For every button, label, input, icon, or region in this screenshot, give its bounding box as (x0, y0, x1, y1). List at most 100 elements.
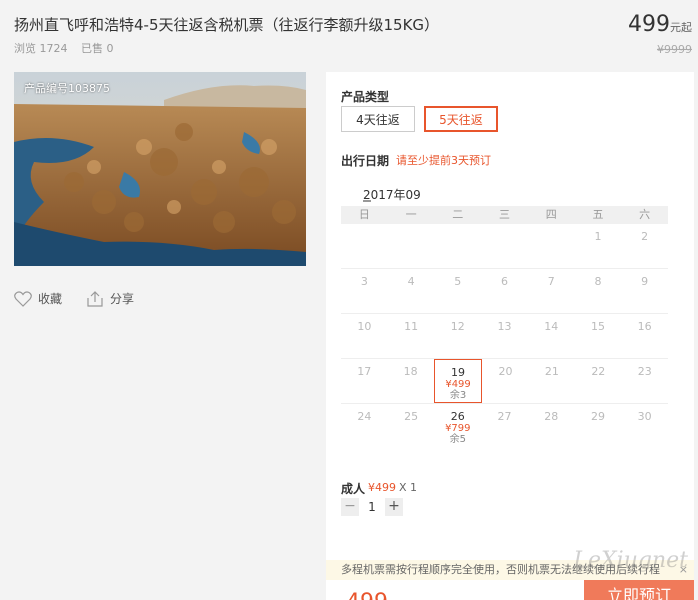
weekday-label: 日 (358, 208, 370, 221)
decrement-button[interactable]: − (341, 498, 359, 516)
calendar-week: 3 4 5 6 7 8 9 (341, 269, 668, 314)
favorite-button[interactable]: 收藏 (14, 290, 62, 307)
share-icon (87, 290, 103, 307)
day-number: 4 (407, 275, 415, 288)
day-number: 17 (357, 365, 372, 378)
day-number: 12 (450, 320, 465, 333)
calendar-day: 18 (387, 359, 433, 403)
day-number: 9 (641, 275, 649, 288)
calendar-empty (434, 224, 481, 268)
book-now-button[interactable]: 立即预订 (584, 580, 694, 600)
quantity-stepper: − 1 + (341, 498, 403, 516)
calendar-day[interactable]: 19 ¥499 余3 (433, 359, 483, 403)
calendar-day: 15 (575, 314, 622, 358)
calendar-day: 28 (528, 404, 575, 449)
weekday-label: 五 (592, 208, 604, 221)
day-number: 29 (590, 410, 605, 423)
day-number: 20 (498, 365, 513, 378)
day-price: ¥499 (445, 379, 471, 390)
weekday-label: 二 (452, 208, 464, 221)
sold-count: 已售 0 (81, 42, 114, 55)
calendar-day: 20 (482, 359, 528, 403)
calendar-day: 13 (481, 314, 528, 358)
day-number: 22 (591, 365, 606, 378)
calendar-day: 9 (621, 269, 668, 313)
calendar-day: 25 (388, 404, 435, 449)
type-option-5day[interactable]: 5天往返 (424, 106, 498, 132)
day-number: 23 (637, 365, 652, 378)
booking-panel: 产品类型 4天往返 5天往返 出行日期 请至少提前3天预订 2017年09 日 一… (326, 72, 694, 600)
day-number: 25 (404, 410, 419, 423)
day-number: 15 (590, 320, 605, 333)
day-number: 28 (544, 410, 559, 423)
calendar-week: 12 (341, 224, 668, 269)
calendar-body: 1 2 3 4 5 6 7 8 9 10 11 12 13 14 15 16 17 18 19 ¥499 余3 20 21 2… (341, 224, 668, 449)
calendar-week: 24 25 26 ¥799 余5 27 28 29 30 (341, 404, 668, 449)
day-number: 7 (547, 275, 555, 288)
quantity-value[interactable]: 1 (359, 500, 385, 514)
bottom-price: 499 (346, 590, 388, 600)
calendar-day: 4 (388, 269, 435, 313)
calendar-day: 29 (575, 404, 622, 449)
day-remaining: 余5 (449, 434, 466, 445)
calendar-day: 24 (341, 404, 388, 449)
day-number: 24 (357, 410, 372, 423)
day-number: 21 (544, 365, 559, 378)
calendar-empty (481, 224, 528, 268)
calendar-empty (388, 224, 435, 268)
product-title: 扬州直飞呼和浩特4-5天往返含税机票（往返行李额升级15KG） (14, 16, 440, 34)
calendar-day: 16 (621, 314, 668, 358)
day-number: 10 (357, 320, 372, 333)
calendar-day[interactable]: 26 ¥799 余5 (434, 404, 481, 449)
day-number: 16 (637, 320, 652, 333)
day-number: 26 (450, 410, 465, 423)
day-number: 30 (637, 410, 652, 423)
day-number: 11 (404, 320, 419, 333)
calendar-day: 1 (575, 224, 622, 268)
day-number: 19 (451, 366, 466, 379)
calendar-day: 8 (575, 269, 622, 313)
travel-date-label: 出行日期 (341, 154, 390, 168)
calendar-day: 21 (529, 359, 575, 403)
increment-button[interactable]: + (385, 498, 403, 516)
day-number: 5 (454, 275, 462, 288)
calendar-empty (528, 224, 575, 268)
share-button[interactable]: 分享 (86, 290, 134, 307)
calendar-day: 3 (341, 269, 388, 313)
calendar-week: 17 18 19 ¥499 余3 20 21 22 23 (341, 359, 668, 404)
calendar-day: 2 (621, 224, 668, 268)
calendar-weekdays: 日一二三四五六 (341, 206, 668, 224)
day-remaining: 余3 (449, 390, 467, 401)
calendar-day: 30 (621, 404, 668, 449)
action-bar: 收藏 分享 (14, 290, 158, 307)
type-option-4day[interactable]: 4天往返 (341, 106, 415, 132)
original-price: ¥9999 (657, 43, 692, 56)
price-unit: 元起 (670, 21, 692, 34)
calendar-day: 6 (481, 269, 528, 313)
notice-text: 多程机票需按行程顺序完全使用，否则机票无法继续使用后续行程 (341, 563, 660, 576)
adult-unit-price: ¥499 (368, 481, 396, 494)
weekday-label: 三 (499, 208, 511, 221)
day-price: ¥799 (445, 423, 471, 434)
day-number: 1 (594, 230, 602, 243)
landscape-image (14, 72, 306, 266)
weekday-label: 六 (639, 208, 651, 221)
adult-label: 成人 (341, 482, 366, 496)
share-label: 分享 (110, 292, 135, 306)
calendar-day: 11 (388, 314, 435, 358)
price-value: 499 (628, 12, 670, 37)
day-number: 18 (403, 365, 418, 378)
calendar-month[interactable]: 2017年09 (363, 186, 421, 203)
calendar-day: 7 (528, 269, 575, 313)
day-number: 13 (497, 320, 512, 333)
product-code: 产品编号103875 (24, 82, 110, 95)
price-summary: 499元起 ¥9999 (628, 12, 692, 56)
date-tip: 请至少提前3天预订 (396, 154, 491, 167)
calendar-day: 23 (622, 359, 668, 403)
favorite-label: 收藏 (38, 292, 63, 306)
calendar-day: 17 (341, 359, 387, 403)
day-number: 2 (641, 230, 649, 243)
calendar-day: 12 (434, 314, 481, 358)
day-number: 8 (594, 275, 602, 288)
close-icon[interactable]: × (679, 560, 688, 580)
